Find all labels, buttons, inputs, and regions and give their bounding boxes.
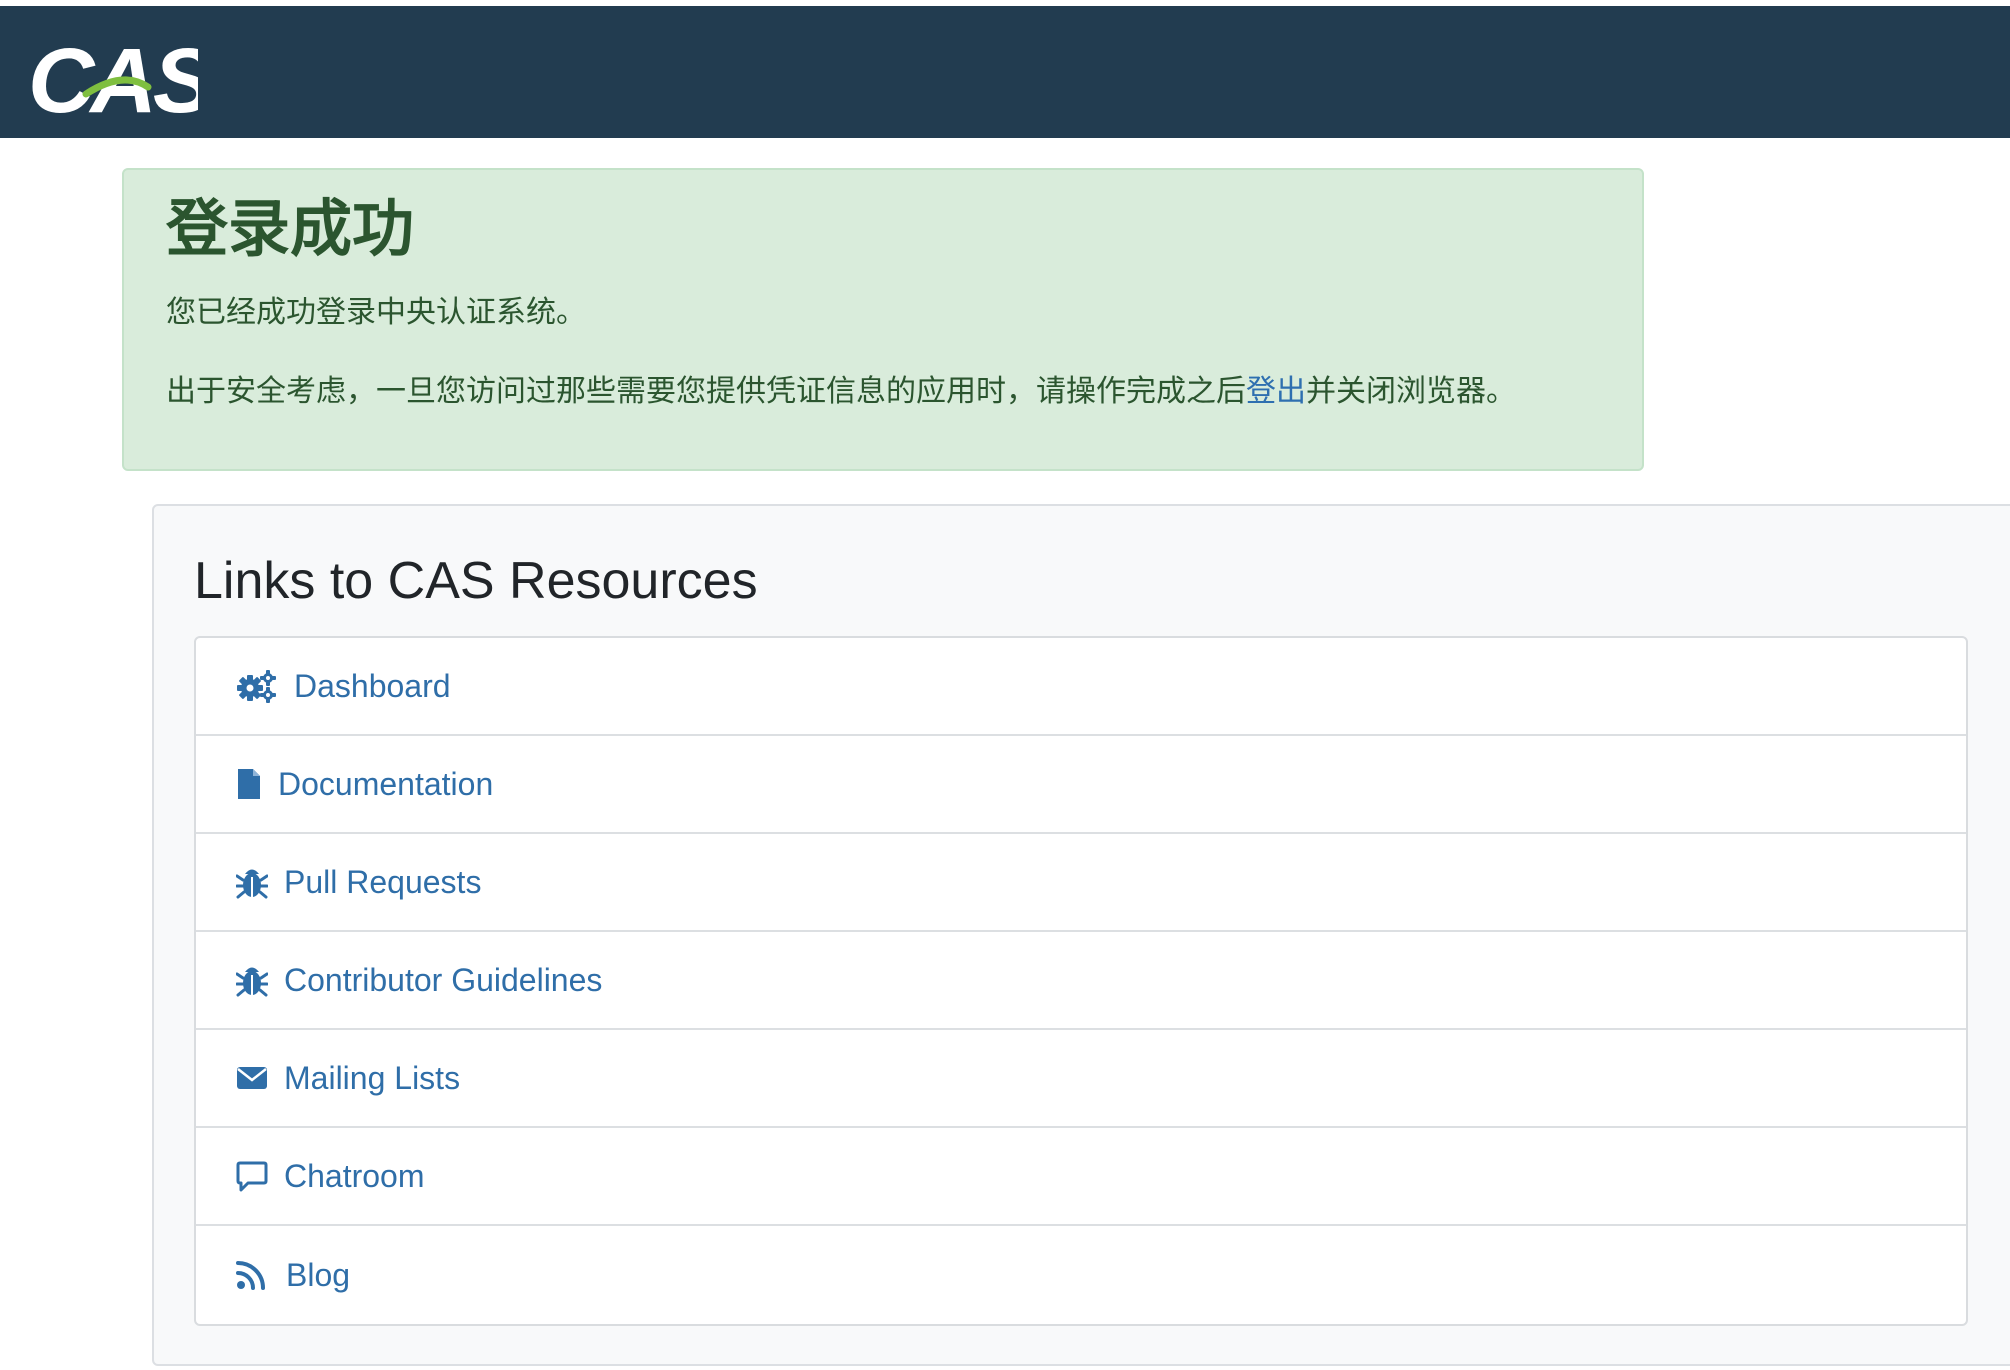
chatroom-link[interactable]: Chatroom: [236, 1158, 425, 1195]
bug-icon: [236, 963, 268, 997]
alert-title: 登录成功: [166, 195, 415, 264]
blog-link[interactable]: Blog: [236, 1257, 350, 1294]
gears-icon: [236, 669, 278, 703]
file-icon: [236, 767, 262, 801]
list-item: Documentation: [196, 736, 1966, 834]
alert-notice-text-before: 出于安全考虑，一旦您访问过那些需要您提供凭证信息的应用时，请操作完成之后: [166, 375, 1246, 408]
cas-logo-text: CAS: [28, 32, 198, 122]
chat-bubble-icon: [236, 1160, 268, 1192]
chatroom-link-label: Chatroom: [284, 1157, 425, 1194]
login-success-alert: 登录成功 您已经成功登录中央认证系统。 出于安全考虑，一旦您访问过那些需要您提供…: [122, 168, 1644, 471]
bug-icon: [236, 865, 268, 899]
cas-resources-panel: Links to CAS Resources Dashboard Documen…: [152, 504, 2010, 1366]
list-item: Chatroom: [196, 1128, 1966, 1226]
header-bar: CAS: [0, 6, 2010, 138]
resources-title: Links to CAS Resources: [194, 552, 758, 610]
alert-message: 您已经成功登录中央认证系统。: [166, 296, 586, 329]
blog-link-label: Blog: [286, 1256, 351, 1293]
documentation-link-label: Documentation: [278, 765, 494, 802]
contributor-guidelines-link-label: Contributor Guidelines: [284, 961, 603, 998]
mailing-lists-link-label: Mailing Lists: [284, 1059, 461, 1096]
documentation-link[interactable]: Documentation: [236, 766, 493, 803]
alert-security-notice: 出于安全考虑，一旦您访问过那些需要您提供凭证信息的应用时，请操作完成之后登出并关…: [166, 374, 1516, 410]
pull-requests-link-label: Pull Requests: [284, 863, 482, 900]
list-item: Contributor Guidelines: [196, 932, 1966, 1030]
rss-icon: [236, 1260, 266, 1290]
resources-list: Dashboard Documentation Pull Requests Co…: [194, 636, 1968, 1326]
envelope-icon: [236, 1065, 268, 1091]
dashboard-link[interactable]: Dashboard: [236, 668, 451, 705]
cas-logo[interactable]: CAS: [28, 32, 198, 122]
mailing-lists-link[interactable]: Mailing Lists: [236, 1060, 460, 1097]
alert-notice-text-after: 并关闭浏览器。: [1306, 375, 1516, 408]
list-item: Dashboard: [196, 638, 1966, 736]
pull-requests-link[interactable]: Pull Requests: [236, 864, 481, 901]
list-item: Mailing Lists: [196, 1030, 1966, 1128]
list-item: Blog: [196, 1226, 1966, 1324]
list-item: Pull Requests: [196, 834, 1966, 932]
contributor-guidelines-link[interactable]: Contributor Guidelines: [236, 962, 602, 999]
dashboard-link-label: Dashboard: [294, 667, 451, 704]
logout-link[interactable]: 登出: [1246, 375, 1306, 408]
